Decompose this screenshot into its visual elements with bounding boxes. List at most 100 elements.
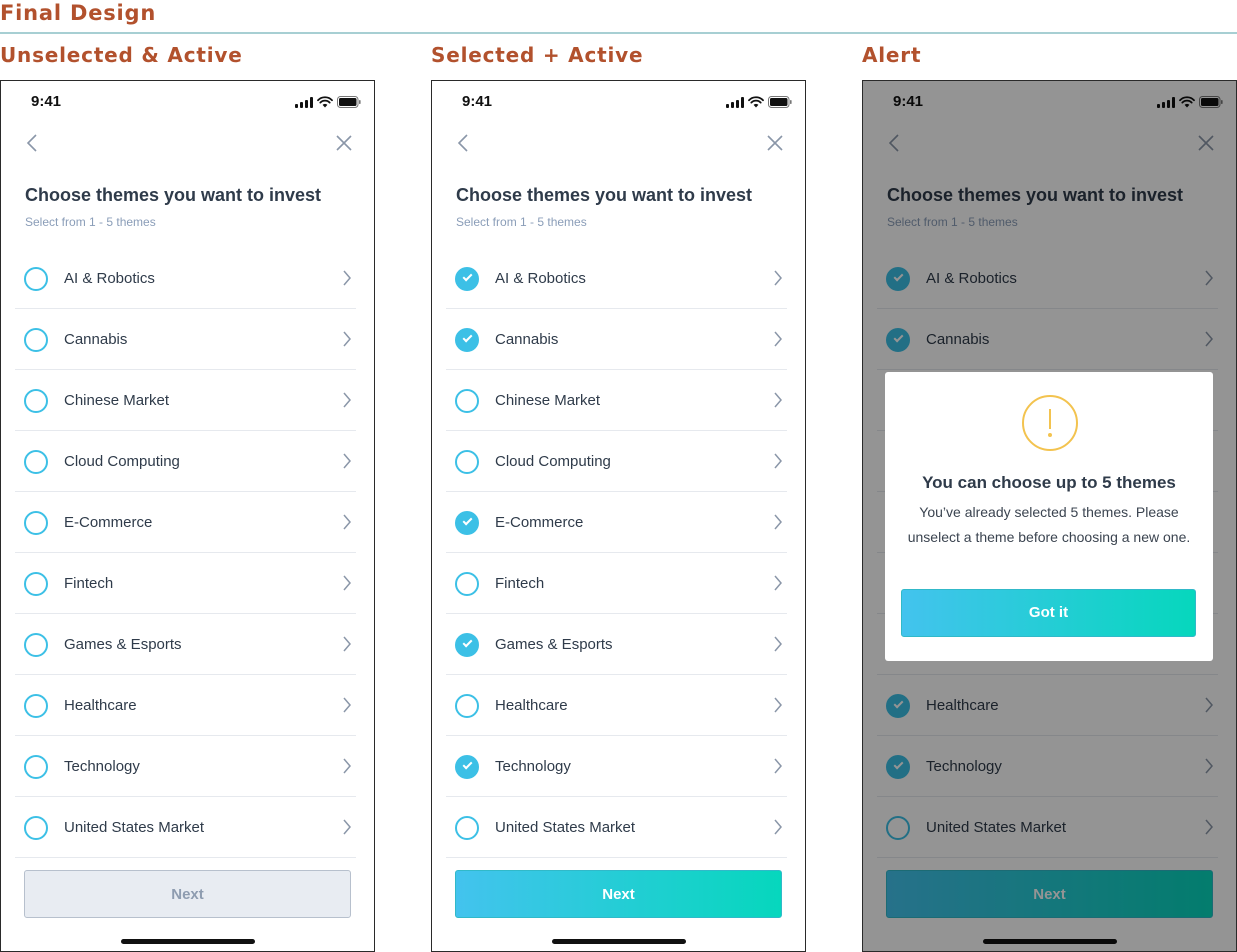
theme-row[interactable]: Fintech — [446, 553, 787, 614]
chevron-right-icon — [343, 575, 351, 591]
wifi-icon — [317, 96, 333, 108]
chevron-right-icon — [774, 697, 782, 713]
theme-row[interactable]: Games & Esports — [15, 614, 356, 675]
theme-radio[interactable] — [24, 389, 48, 413]
question-title: Choose themes you want to invest — [456, 185, 753, 205]
theme-radio[interactable] — [455, 816, 479, 840]
chevron-right-icon — [774, 453, 782, 469]
theme-row[interactable]: Healthcare — [15, 675, 356, 736]
chevron-right-icon — [774, 270, 782, 286]
got-it-button[interactable]: Got it — [901, 589, 1196, 637]
check-icon — [462, 515, 473, 526]
status-time: 9:41 — [462, 93, 493, 110]
theme-label: Healthcare — [64, 697, 137, 714]
home-indicator — [552, 939, 686, 944]
theme-row[interactable]: E-Commerce — [446, 492, 787, 553]
theme-radio[interactable] — [455, 267, 479, 291]
theme-radio[interactable] — [24, 328, 48, 352]
status-icons — [726, 96, 792, 108]
theme-label: Cannabis — [495, 331, 559, 348]
signal-icon — [726, 97, 744, 108]
theme-row[interactable]: Chinese Market — [15, 370, 356, 431]
question-title: Choose themes you want to invest — [25, 185, 322, 205]
theme-row[interactable]: Chinese Market — [446, 370, 787, 431]
theme-row[interactable]: Technology — [446, 736, 787, 797]
title-divider — [0, 32, 1237, 34]
alert-dialog: You can choose up to 5 themes You’ve alre… — [885, 372, 1213, 661]
chevron-right-icon — [343, 636, 351, 652]
chevron-right-icon — [774, 331, 782, 347]
theme-list: AI & Robotics Cannabis Chinese Market Cl… — [15, 248, 356, 858]
theme-radio[interactable] — [455, 694, 479, 718]
exclamation-icon — [1022, 395, 1078, 451]
theme-row[interactable]: Healthcare — [446, 675, 787, 736]
chevron-right-icon — [774, 758, 782, 774]
theme-radio[interactable] — [24, 572, 48, 596]
theme-radio[interactable] — [24, 511, 48, 535]
theme-radio[interactable] — [24, 755, 48, 779]
phone-screen-selected: 9:41 Choose themes you want to invest Se… — [431, 80, 806, 952]
theme-label: Games & Esports — [495, 636, 613, 653]
theme-label: Chinese Market — [64, 392, 170, 409]
theme-radio[interactable] — [24, 633, 48, 657]
chevron-right-icon — [774, 575, 782, 591]
chevron-right-icon — [774, 819, 782, 835]
theme-radio[interactable] — [24, 694, 48, 718]
theme-row[interactable]: United States Market — [15, 797, 356, 858]
theme-row[interactable]: AI & Robotics — [15, 248, 356, 309]
chevron-left-icon[interactable] — [454, 133, 474, 153]
theme-row[interactable]: Technology — [15, 736, 356, 797]
chevron-right-icon — [343, 514, 351, 530]
theme-label: Technology — [64, 758, 140, 775]
chevron-right-icon — [343, 453, 351, 469]
close-icon[interactable] — [334, 133, 354, 153]
theme-radio[interactable] — [455, 572, 479, 596]
wifi-icon — [748, 96, 764, 108]
next-button[interactable]: Next — [455, 870, 782, 918]
close-icon[interactable] — [765, 133, 785, 153]
theme-radio[interactable] — [455, 755, 479, 779]
theme-row[interactable]: Cloud Computing — [15, 431, 356, 492]
alert-message: You’ve already selected 5 themes. Please… — [907, 504, 1191, 545]
theme-list: AI & Robotics Cannabis Chinese Market Cl… — [446, 248, 787, 858]
check-icon — [462, 759, 473, 770]
theme-row[interactable]: Games & Esports — [446, 614, 787, 675]
theme-row[interactable]: AI & Robotics — [446, 248, 787, 309]
theme-label: AI & Robotics — [495, 270, 586, 287]
theme-radio[interactable] — [455, 450, 479, 474]
chevron-right-icon — [343, 270, 351, 286]
theme-label: Cloud Computing — [495, 453, 611, 470]
theme-label: United States Market — [64, 819, 205, 836]
theme-radio[interactable] — [24, 816, 48, 840]
theme-row[interactable]: United States Market — [446, 797, 787, 858]
chevron-right-icon — [343, 697, 351, 713]
theme-label: E-Commerce — [64, 514, 153, 531]
theme-label: Healthcare — [495, 697, 568, 714]
theme-row[interactable]: E-Commerce — [15, 492, 356, 553]
theme-row[interactable]: Cannabis — [15, 309, 356, 370]
next-button[interactable]: Next — [24, 870, 351, 918]
question-subtitle: Select from 1 - 5 themes — [456, 215, 587, 229]
chevron-right-icon — [774, 514, 782, 530]
chevron-right-icon — [774, 392, 782, 408]
check-icon — [462, 271, 473, 282]
theme-row[interactable]: Cannabis — [446, 309, 787, 370]
theme-radio[interactable] — [24, 267, 48, 291]
theme-radio[interactable] — [455, 389, 479, 413]
home-indicator — [121, 939, 255, 944]
check-icon — [462, 332, 473, 343]
theme-row[interactable]: Cloud Computing — [446, 431, 787, 492]
chevron-left-icon[interactable] — [23, 133, 43, 153]
theme-radio[interactable] — [455, 511, 479, 535]
theme-radio[interactable] — [455, 633, 479, 657]
theme-label: Technology — [495, 758, 571, 775]
theme-radio[interactable] — [24, 450, 48, 474]
battery-icon — [337, 96, 361, 108]
chevron-right-icon — [343, 331, 351, 347]
chevron-right-icon — [343, 758, 351, 774]
theme-radio[interactable] — [455, 328, 479, 352]
alert-title: You can choose up to 5 themes — [922, 473, 1176, 492]
theme-row[interactable]: Fintech — [15, 553, 356, 614]
phone-screen-unselected: 9:41 Choose themes you want to invest Se… — [0, 80, 375, 952]
screen-heading-selected: Selected + Active — [431, 43, 644, 67]
